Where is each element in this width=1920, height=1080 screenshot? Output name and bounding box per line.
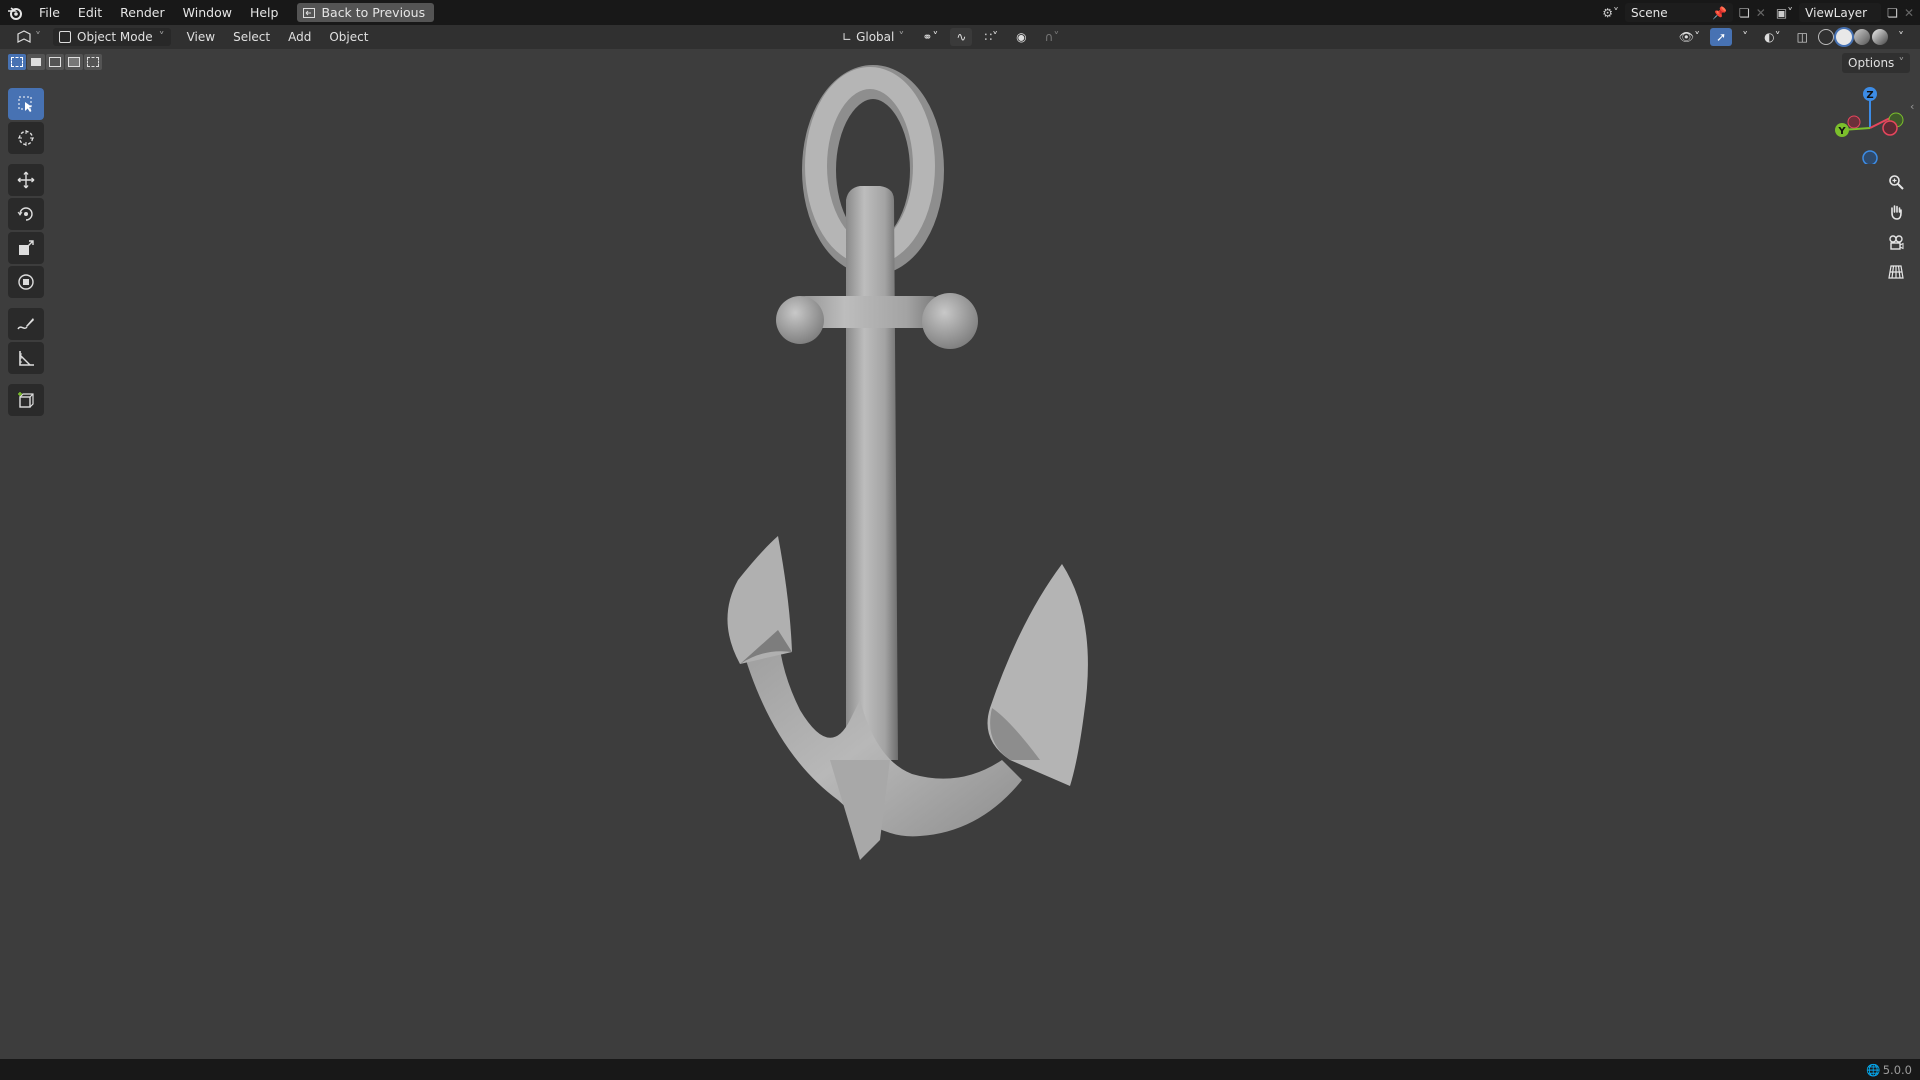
menu-help[interactable]: Help [241, 0, 288, 25]
pan-hand-icon[interactable] [1882, 198, 1910, 226]
axis-neg-z-handle[interactable] [1862, 150, 1878, 164]
viewport-display-controls: 👁˅ ➚ ˅ ◐˅ ◫ ˅ [1673, 28, 1910, 46]
rotate-tool-icon[interactable] [8, 198, 44, 230]
axis-neg-x-handle[interactable] [1847, 115, 1861, 129]
shading-modes [1818, 29, 1888, 45]
back-icon [303, 7, 316, 18]
scene-viewlayer-area: ⚙˅ Scene 📌 ❏ ✕ ▣˅ ViewLayer ❏ ✕ [1602, 0, 1920, 25]
transform-controls: ∟ Global ˅ ⚭˅ ∿ ∷˅ ◉ ∩˅ [836, 28, 1065, 46]
view-layer-selector[interactable]: ViewLayer [1799, 3, 1882, 22]
menu-select[interactable]: Select [227, 28, 276, 46]
delete-scene-icon[interactable]: ✕ [1756, 6, 1766, 20]
top-menu-bar: File Edit Render Window Help Back to Pre… [0, 0, 1920, 25]
select-intersect-icon[interactable] [84, 54, 102, 70]
view-layer-type-icon[interactable]: ▣˅ [1776, 6, 1793, 20]
editor-type-button[interactable]: ˅ [10, 28, 47, 46]
menu-add[interactable]: Add [282, 28, 317, 46]
gizmo-dropdown-icon[interactable]: ˅ [1736, 28, 1754, 46]
axis-z-label: Z [1866, 90, 1873, 101]
menu-object[interactable]: Object [323, 28, 374, 46]
blender-logo-icon[interactable] [0, 6, 30, 20]
select-invert-icon[interactable] [65, 54, 83, 70]
camera-view-icon[interactable] [1882, 228, 1910, 256]
move-tool-icon[interactable] [8, 164, 44, 196]
cursor-tool-icon[interactable] [8, 122, 44, 154]
select-box-tool-icon[interactable] [8, 88, 44, 120]
orientation-label: Global [856, 30, 895, 44]
back-to-previous-button[interactable]: Back to Previous [297, 3, 435, 22]
scene-name: Scene [1631, 5, 1668, 20]
shading-dropdown-icon[interactable]: ˅ [1892, 28, 1910, 46]
sidebar-toggle-icon[interactable]: ‹ [1910, 100, 1914, 113]
3d-viewport-icon [17, 30, 31, 43]
object-mode-icon [59, 31, 71, 43]
menu-view[interactable]: View [181, 28, 221, 46]
menu-window[interactable]: Window [174, 0, 241, 25]
annotate-tool-icon[interactable] [8, 308, 44, 340]
new-scene-icon[interactable]: ❏ [1739, 6, 1750, 20]
network-globe-icon: 🌐 [1866, 1062, 1881, 1077]
navigation-gizmo[interactable]: Z Y [1830, 84, 1910, 164]
pivot-point-icon[interactable]: ⚭˅ [916, 28, 944, 46]
select-subtract-icon[interactable] [46, 54, 64, 70]
orientation-icon: ∟ [842, 30, 853, 44]
select-extend-icon[interactable] [27, 54, 45, 70]
axis-x-handle[interactable] [1882, 120, 1898, 136]
viewport-header: ˅ Object Mode ˅ View Select Add Object ∟… [0, 25, 1920, 49]
perspective-ortho-grid-icon[interactable] [1882, 258, 1910, 286]
scene-selector[interactable]: Scene 📌 [1625, 3, 1733, 22]
scale-tool-icon[interactable] [8, 232, 44, 264]
select-new-icon[interactable] [8, 54, 26, 70]
transform-tool-icon[interactable] [8, 266, 44, 298]
options-label: Options [1848, 56, 1895, 70]
options-button[interactable]: Options ˅ [1842, 53, 1911, 73]
menu-file[interactable]: File [30, 0, 69, 25]
axis-y-label: Y [1837, 126, 1846, 137]
back-to-previous-label: Back to Previous [321, 5, 426, 20]
material-shading-icon[interactable] [1854, 29, 1870, 45]
scene-type-icon[interactable]: ⚙˅ [1602, 6, 1619, 20]
mode-label: Object Mode [77, 30, 153, 44]
solid-shading-icon[interactable] [1836, 29, 1852, 45]
snap-toggle-icon[interactable]: ∿ [950, 28, 973, 46]
xray-icon[interactable]: ◫ [1791, 28, 1814, 46]
measure-tool-icon[interactable] [8, 342, 44, 374]
zoom-icon[interactable] [1882, 168, 1910, 196]
delete-view-layer-icon[interactable]: ✕ [1904, 6, 1914, 20]
gizmo-toggle-icon[interactable]: ➚ [1710, 28, 1733, 46]
chevron-down-icon: ˅ [1898, 56, 1905, 70]
falloff-icon[interactable]: ∩˅ [1039, 28, 1066, 46]
transform-orientation-selector[interactable]: ∟ Global ˅ [836, 28, 910, 46]
status-bar: 🌐 5.0.0 [0, 1059, 1920, 1080]
chevron-down-icon: ˅ [158, 30, 165, 44]
visibility-icon[interactable]: 👁˅ [1673, 28, 1706, 46]
menu-edit[interactable]: Edit [69, 0, 111, 25]
pin-icon[interactable]: 📌 [1712, 6, 1727, 20]
anchor-3d-model[interactable] [680, 60, 1140, 900]
add-cube-tool-icon[interactable] [8, 384, 44, 416]
version-text: 5.0.0 [1882, 1062, 1912, 1077]
rendered-shading-icon[interactable] [1872, 29, 1888, 45]
snap-target-icon[interactable]: ∷˅ [978, 28, 1004, 46]
mode-selector[interactable]: Object Mode ˅ [53, 28, 171, 46]
overlays-icon[interactable]: ◐˅ [1758, 28, 1786, 46]
menu-render[interactable]: Render [111, 0, 174, 25]
chevron-down-icon: ˅ [898, 30, 905, 44]
view-layer-name: ViewLayer [1805, 5, 1868, 20]
left-toolbar [8, 86, 48, 418]
wireframe-shading-icon[interactable] [1818, 29, 1834, 45]
proportional-editing-icon[interactable]: ◉ [1010, 28, 1032, 46]
new-view-layer-icon[interactable]: ❏ [1887, 6, 1898, 20]
selection-mode-buttons [8, 54, 102, 70]
